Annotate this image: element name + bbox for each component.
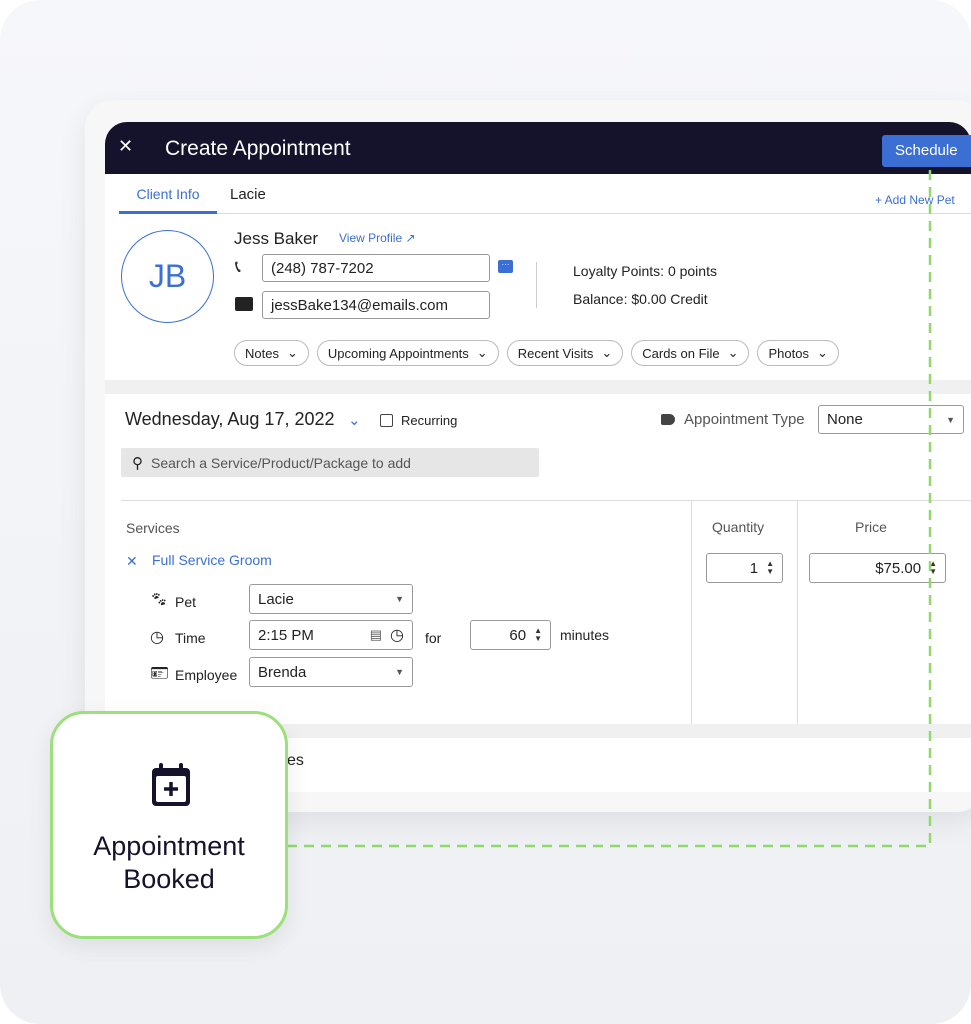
badge-line-1: Appointment	[93, 831, 245, 861]
badge-line-2: Booked	[123, 864, 215, 894]
calendar-plus-icon	[152, 763, 190, 806]
appointment-booked-badge: Appointment Booked	[50, 711, 288, 939]
